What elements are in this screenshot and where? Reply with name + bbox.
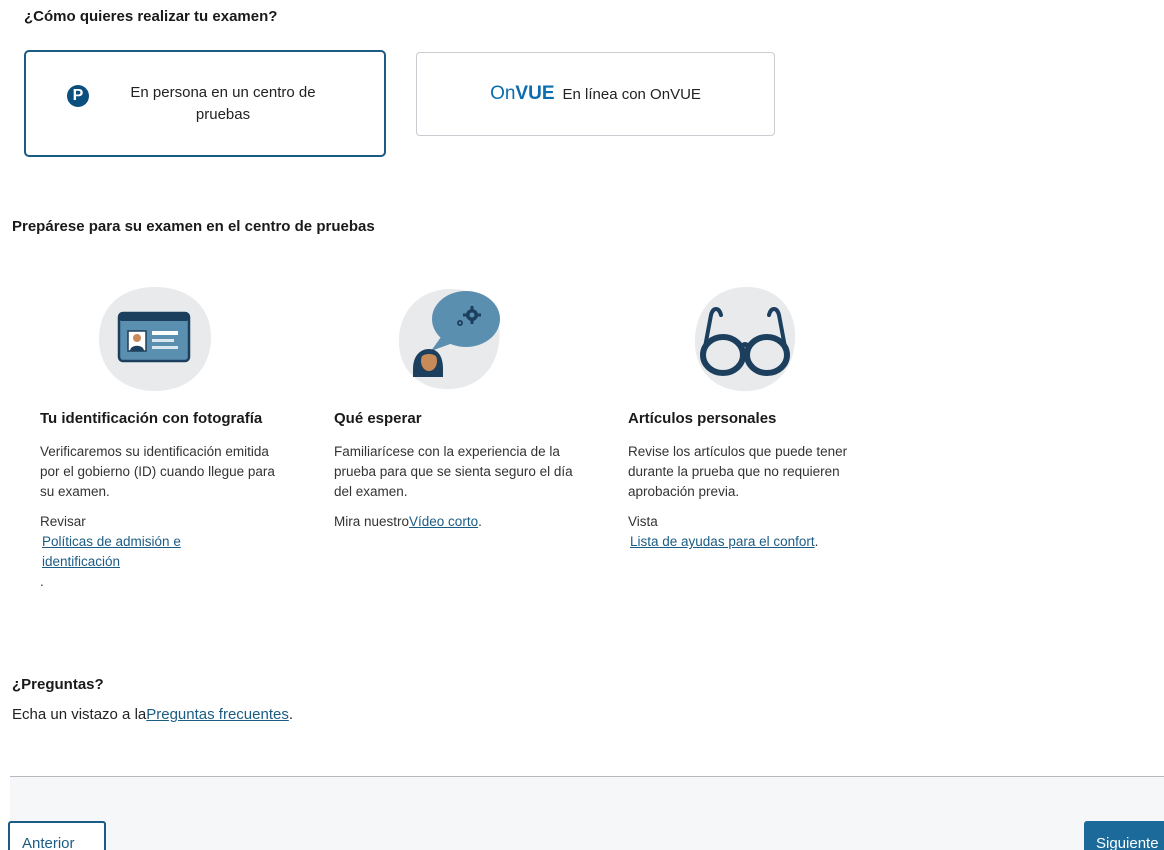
- onvue-logo-icon: On VUE: [490, 83, 555, 104]
- option-online-label: En línea con OnVUE: [562, 85, 701, 103]
- option-in-person[interactable]: P En persona en un centro de pruebas: [24, 50, 386, 157]
- option-in-person-label: En persona en un centro de pruebas: [130, 83, 316, 123]
- pearson-logo-icon: P: [67, 84, 89, 107]
- card-photo-id-title: Tu identificación con fotografía: [40, 410, 263, 427]
- card-photo-id: Tu identificación con fotografía Verific…: [40, 285, 280, 592]
- exam-mode-question: ¿Cómo quieres realizar tu examen?: [24, 8, 278, 25]
- faq-text: Echa un vistazo a laPreguntas frecuentes…: [12, 706, 294, 723]
- card-personal-items-action: Vista Lista de ayudas para el confort.: [628, 514, 819, 549]
- card-what-to-expect: Qué esperar Familiarícese con la experie…: [334, 285, 574, 542]
- id-card-icon: [99, 287, 211, 391]
- next-button[interactable]: Siguiente: [1084, 821, 1164, 850]
- footer-bar: [10, 777, 1164, 850]
- previous-button[interactable]: Anterior: [8, 821, 106, 850]
- admission-policies-link[interactable]: Políticas de admisión e identificación: [42, 532, 212, 572]
- card-personal-items: Artículos personales Revise los artículo…: [628, 285, 868, 562]
- card-what-to-expect-action: Mira nuestroVídeo corto.: [334, 514, 482, 529]
- card-photo-id-action: Revisar Políticas de admisión e identifi…: [40, 512, 280, 592]
- card-personal-items-title: Artículos personales: [628, 410, 777, 427]
- faq-link[interactable]: Preguntas frecuentes: [146, 706, 289, 723]
- person-speech-gear-icon: [398, 289, 500, 390]
- short-video-link[interactable]: Vídeo corto: [409, 514, 478, 529]
- card-photo-id-text: Verificaremos su identificación emitida …: [40, 444, 275, 499]
- glasses-icon: [694, 287, 796, 392]
- card-what-to-expect-text: Familiarícese con la experiencia de la p…: [334, 444, 573, 499]
- card-personal-items-text: Revise los artículos que puede tener dur…: [628, 444, 848, 499]
- card-what-to-expect-title: Qué esperar: [334, 410, 422, 427]
- option-online-onvue[interactable]: On VUE En línea con OnVUE: [416, 52, 775, 136]
- prep-section-title: Prepárese para su examen en el centro de…: [12, 218, 375, 235]
- comfort-aids-link[interactable]: Lista de ayudas para el confort: [630, 534, 815, 549]
- faq-title: ¿Preguntas?: [12, 676, 104, 693]
